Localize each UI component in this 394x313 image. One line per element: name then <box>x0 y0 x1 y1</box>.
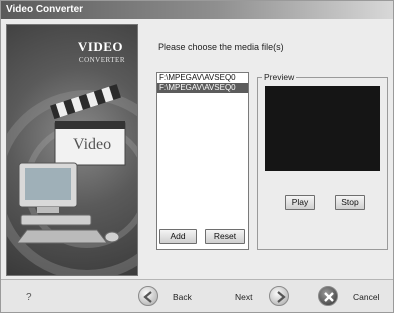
back-button-icon[interactable] <box>138 286 158 306</box>
title-bar[interactable]: Video Converter <box>1 1 393 19</box>
window-title: Video Converter <box>6 4 84 15</box>
reset-button[interactable]: Reset <box>205 229 245 244</box>
brand-title: VIDEO <box>77 39 123 54</box>
banner-image: VIDEO CONVERTER Video <box>6 24 138 276</box>
stop-button[interactable]: Stop <box>335 195 365 210</box>
choose-files-prompt: Please choose the media file(s) <box>158 42 284 52</box>
cancel-label[interactable]: Cancel <box>353 292 379 302</box>
file-list-item[interactable]: F:\MPEGAV\AVSEQ0 <box>157 73 248 83</box>
computer-icon <box>15 162 120 244</box>
add-button[interactable]: Add <box>159 229 197 244</box>
next-button-icon[interactable] <box>269 286 289 306</box>
preview-legend: Preview <box>262 72 297 82</box>
play-button[interactable]: Play <box>285 195 315 210</box>
clapboard-label: Video <box>73 136 112 153</box>
help-icon[interactable]: ? <box>26 292 32 303</box>
back-label[interactable]: Back <box>173 292 192 302</box>
file-list[interactable]: F:\MPEGAV\AVSEQ0 F:\MPEGAV\AVSEQ0 <box>156 72 249 250</box>
cancel-button-icon[interactable] <box>318 286 338 306</box>
file-list-item-selected[interactable]: F:\MPEGAV\AVSEQ0 <box>157 83 248 93</box>
brand-subtitle: CONVERTER <box>78 56 125 64</box>
next-label[interactable]: Next <box>235 292 252 302</box>
video-converter-window: Video Converter VIDEO CONVERTER Video Pl… <box>0 0 394 313</box>
footer-bar: ? Back Next Cancel <box>1 279 393 312</box>
preview-screen <box>265 86 380 171</box>
main-panel: Please choose the media file(s) F:\MPEGA… <box>146 24 390 276</box>
